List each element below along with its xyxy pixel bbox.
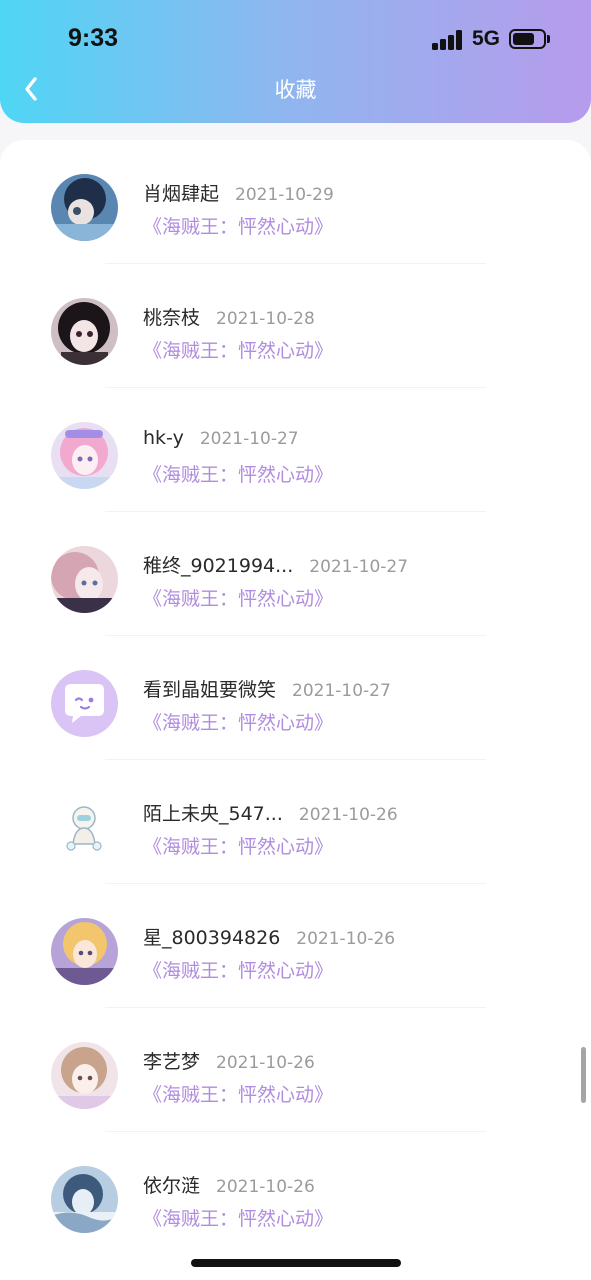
battery-tip: [547, 35, 550, 43]
page-title: 收藏: [274, 78, 317, 102]
date: 2021-10-26: [216, 1177, 315, 1197]
username: 桃奈枝: [143, 307, 201, 329]
username: 看到晶姐要微笑: [143, 679, 277, 701]
work-title: 《海贼王：怦然心动》: [143, 960, 334, 982]
list-item[interactable]: 李艺梦 2021-10-26 《海贼王：怦然心动》: [0, 1008, 591, 1132]
avatar: [51, 546, 118, 613]
network-type: 5G: [472, 27, 501, 50]
work-title: 《海贼王：怦然心动》: [143, 216, 334, 238]
date: 2021-10-27: [199, 429, 299, 449]
work-title: 《海贼王：怦然心动》: [143, 340, 334, 362]
username: 稚终_9021994...: [143, 555, 294, 577]
date: 2021-10-27: [309, 557, 409, 577]
signal-icon: [432, 30, 464, 50]
list-item[interactable]: 依尔涟 2021-10-26 《海贼王：怦然心动》: [0, 1132, 591, 1256]
list-item[interactable]: 陌上未央_547... 2021-10-26 《海贼王：怦然心动》: [0, 760, 591, 884]
username: hk-y: [143, 427, 184, 449]
work-title: 《海贼王：怦然心动》: [143, 836, 334, 858]
work-title: 《海贼王：怦然心动》: [143, 1208, 334, 1230]
battery-icon: [509, 29, 546, 49]
work-title: 《海贼王：怦然心动》: [143, 712, 334, 734]
avatar: [51, 174, 118, 241]
favorites-list: 肖烟肆起 2021-10-29 《海贼王：怦然心动》 桃奈枝 2021-10-2…: [0, 140, 591, 1280]
work-title: 《海贼王：怦然心动》: [143, 464, 334, 486]
avatar: [51, 298, 118, 365]
username: 陌上未央_547...: [143, 803, 283, 825]
avatar: [51, 670, 118, 737]
date: 2021-10-26: [298, 805, 398, 825]
avatar: [51, 918, 118, 985]
list-item[interactable]: 肖烟肆起 2021-10-29 《海贼王：怦然心动》: [0, 140, 591, 264]
date: 2021-10-26: [296, 929, 396, 949]
list-item[interactable]: hk-y 2021-10-27 《海贼王：怦然心动》: [0, 388, 591, 512]
status-time: 9:33: [68, 24, 119, 52]
header-bar: 9:33 5G 收藏: [0, 0, 591, 123]
list-item[interactable]: 星_800394826 2021-10-26 《海贼王：怦然心动》: [0, 884, 591, 1008]
scrollbar[interactable]: [581, 1047, 586, 1103]
work-title: 《海贼王：怦然心动》: [143, 588, 334, 610]
username: 肖烟肆起: [143, 183, 220, 205]
date: 2021-10-28: [216, 309, 315, 329]
home-indicator: [191, 1259, 401, 1267]
avatar: [51, 422, 118, 489]
date: 2021-10-26: [216, 1053, 315, 1073]
username: 星_800394826: [143, 927, 281, 949]
username: 依尔涟: [143, 1175, 201, 1197]
list-item[interactable]: 桃奈枝 2021-10-28 《海贼王：怦然心动》: [0, 264, 591, 388]
list-item[interactable]: 看到晶姐要微笑 2021-10-27 《海贼王：怦然心动》: [0, 636, 591, 760]
avatar: [51, 1042, 118, 1109]
avatar: [51, 794, 118, 861]
date: 2021-10-27: [292, 681, 391, 701]
list-item[interactable]: 稚终_9021994... 2021-10-27 《海贼王：怦然心动》: [0, 512, 591, 636]
username: 李艺梦: [143, 1051, 201, 1073]
date: 2021-10-29: [235, 185, 334, 205]
work-title: 《海贼王：怦然心动》: [143, 1084, 334, 1106]
avatar: [51, 1166, 118, 1233]
